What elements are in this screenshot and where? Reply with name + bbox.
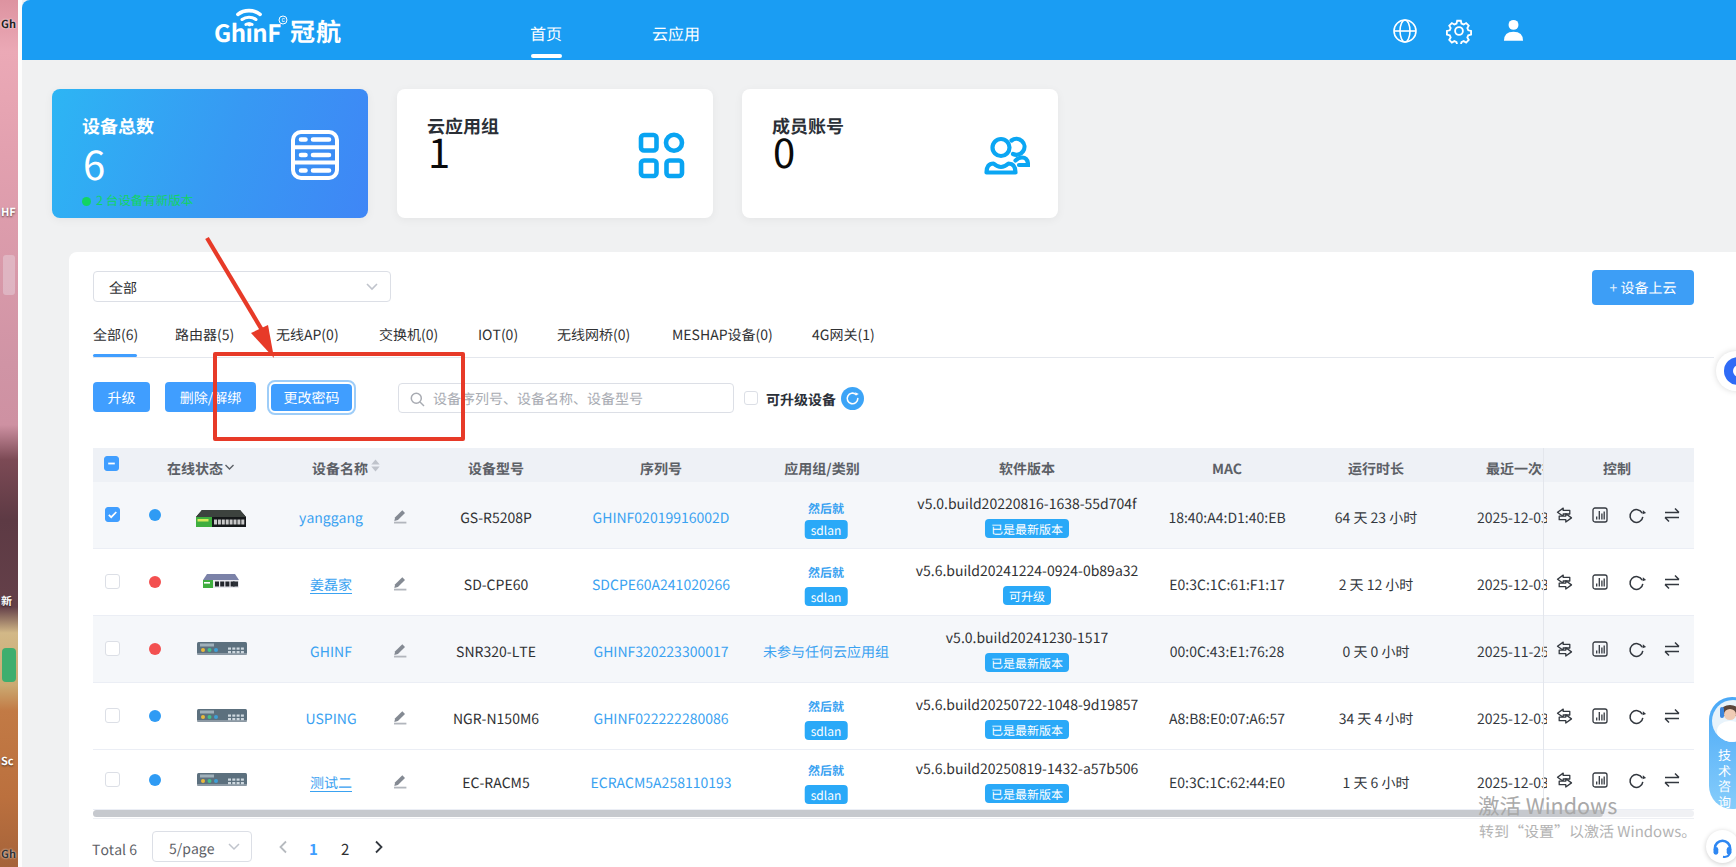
svg-text:c: c bbox=[281, 16, 285, 23]
